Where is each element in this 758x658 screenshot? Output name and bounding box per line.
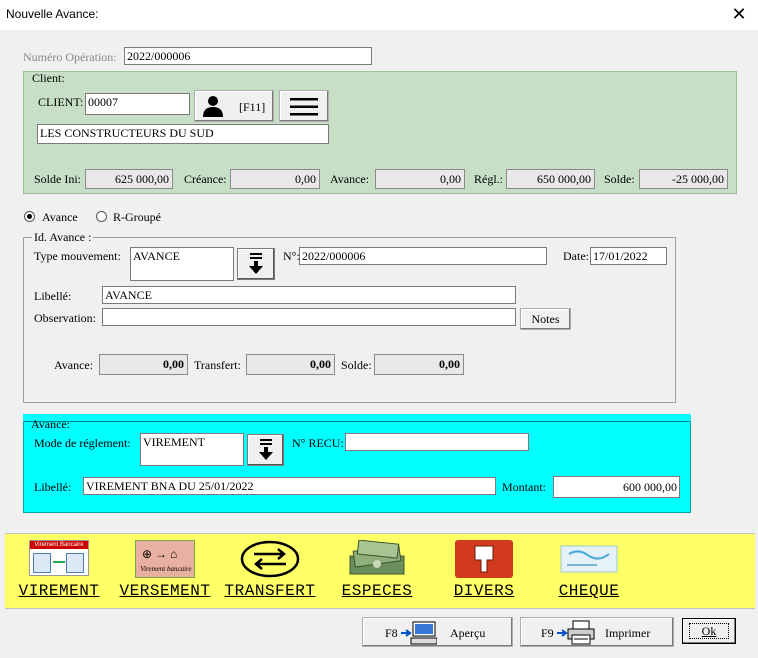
mode-reglement-field[interactable]: VIREMENT: [140, 433, 244, 466]
avance-libelle-label: Libellé:: [34, 480, 72, 494]
client-lookup-button[interactable]: [F11]: [194, 90, 274, 122]
observation-label: Observation:: [34, 311, 96, 325]
client-name-field[interactable]: LES CONSTRUCTEURS DU SUD: [37, 124, 329, 144]
especes-label: ESPECES: [341, 582, 413, 600]
recu-label: N° RECU:: [292, 436, 344, 450]
versement-icon: ⊕ → ⌂ Virement bancaire: [135, 540, 195, 578]
id-avance-avance-value: 0,00: [99, 354, 188, 375]
montant-label: Montant:: [502, 480, 546, 494]
regl-label: Régl.:: [474, 172, 503, 186]
client-code-field[interactable]: 00007: [85, 93, 190, 115]
window-title: Nouvelle Avance:: [6, 7, 99, 21]
apercu-button[interactable]: F8 Aperçu: [362, 617, 513, 647]
creance-label: Créance:: [184, 172, 227, 186]
scroll-down-icon: [259, 439, 273, 460]
id-avance-legend: Id. Avance :: [32, 230, 94, 245]
libelle-label: Libellé:: [34, 289, 72, 303]
cheque-label: CHEQUE: [558, 582, 620, 600]
versement-button[interactable]: ⊕ → ⌂ Virement bancaire VERSEMENT: [114, 540, 216, 600]
preview-monitor-icon: [401, 621, 437, 645]
client-solde-label: Solde:: [604, 172, 635, 186]
num-label: N°:: [283, 249, 300, 263]
libelle-field[interactable]: AVANCE: [102, 286, 516, 304]
radio-rgroupe-label: R-Groupé: [113, 210, 161, 224]
radio-avance-label: Avance: [42, 210, 78, 224]
radio-rgroupe[interactable]: [96, 211, 107, 222]
client-menu-button[interactable]: [279, 90, 329, 122]
id-avance-transfert-value: 0,00: [246, 354, 335, 375]
imprimer-label: Imprimer: [605, 626, 651, 640]
mode-reglement-label: Mode de réglement:: [34, 436, 131, 450]
client-legend: Client:: [32, 71, 65, 85]
client-code-label: CLIENT:: [38, 95, 84, 109]
id-avance-solde-value: 0,00: [374, 354, 464, 375]
observation-field[interactable]: [102, 308, 516, 326]
transfert-button[interactable]: TRANSFERT: [220, 540, 320, 600]
avance-legend: Avance:: [31, 417, 71, 431]
versement-icon-text: Virement bancaire: [140, 565, 192, 573]
divers-label: DIVERS: [453, 582, 515, 600]
person-icon: [203, 96, 223, 117]
close-icon[interactable]: ✕: [728, 3, 750, 25]
virement-icon: Virement Bancaire: [29, 540, 89, 576]
hamburger-icon: [290, 98, 318, 116]
apercu-label: Aperçu: [450, 626, 486, 640]
title-bar: Nouvelle Avance: ✕: [0, 0, 758, 30]
recu-field[interactable]: [345, 433, 529, 451]
divers-button[interactable]: DIVERS: [444, 540, 524, 600]
avance-group: Avance:: [23, 414, 691, 513]
cheque-icon: [560, 545, 618, 573]
operation-number-label: Numéro Opération:: [23, 50, 117, 64]
type-mouvement-label: Type mouvement:: [34, 249, 121, 263]
virement-button[interactable]: Virement Bancaire VIREMENT: [14, 540, 104, 600]
pointing-hand-icon: [455, 540, 513, 578]
transfer-arrows-icon: [240, 540, 300, 578]
transfert-label: TRANSFERT: [224, 582, 316, 600]
date-field[interactable]: 17/01/2022: [590, 247, 667, 265]
f11-label: [F11]: [239, 100, 266, 114]
regl-value: 650 000,00: [506, 169, 595, 189]
client-solde-value: -25 000,00: [639, 169, 728, 189]
creance-value: 0,00: [230, 169, 320, 189]
virement-icon-text: Virement Bancaire: [30, 541, 88, 549]
f8-key: F8: [385, 626, 398, 640]
montant-field[interactable]: 600 000,00: [553, 476, 680, 498]
ok-button[interactable]: Ok: [682, 618, 736, 644]
f9-key: F9: [541, 626, 554, 640]
especes-button[interactable]: ESPECES: [336, 540, 418, 600]
cash-icon: [349, 540, 405, 575]
radio-avance[interactable]: [24, 211, 35, 222]
id-avance-solde-label: Solde:: [341, 358, 372, 372]
type-mouvement-button[interactable]: [237, 248, 275, 280]
imprimer-button[interactable]: F9 Imprimer: [520, 617, 674, 647]
mode-reglement-button[interactable]: [247, 434, 284, 466]
solde-ini-value: 625 000,00: [85, 169, 173, 189]
id-avance-transfert-label: Transfert:: [194, 358, 241, 372]
client-avance-label: Avance:: [330, 172, 370, 186]
cheque-button[interactable]: CHEQUE: [552, 540, 626, 600]
printer-icon: [557, 620, 595, 645]
versement-label: VERSEMENT: [119, 582, 211, 600]
date-label: Date:: [563, 249, 589, 263]
virement-label: VIREMENT: [18, 582, 100, 600]
client-avance-value: 0,00: [375, 169, 465, 189]
avance-libelle-field[interactable]: VIREMENT BNA DU 25/01/2022: [83, 477, 496, 495]
scroll-down-icon: [249, 253, 263, 274]
solde-ini-label: Solde Ini:: [34, 172, 81, 186]
type-mouvement-field[interactable]: AVANCE: [130, 247, 234, 281]
ok-label: Ok: [688, 623, 730, 639]
operation-number-field[interactable]: 2022/000006: [124, 47, 372, 65]
num-field[interactable]: 2022/000006: [299, 247, 547, 265]
notes-button[interactable]: Notes: [520, 308, 571, 330]
id-avance-avance-label: Avance:: [54, 358, 94, 372]
